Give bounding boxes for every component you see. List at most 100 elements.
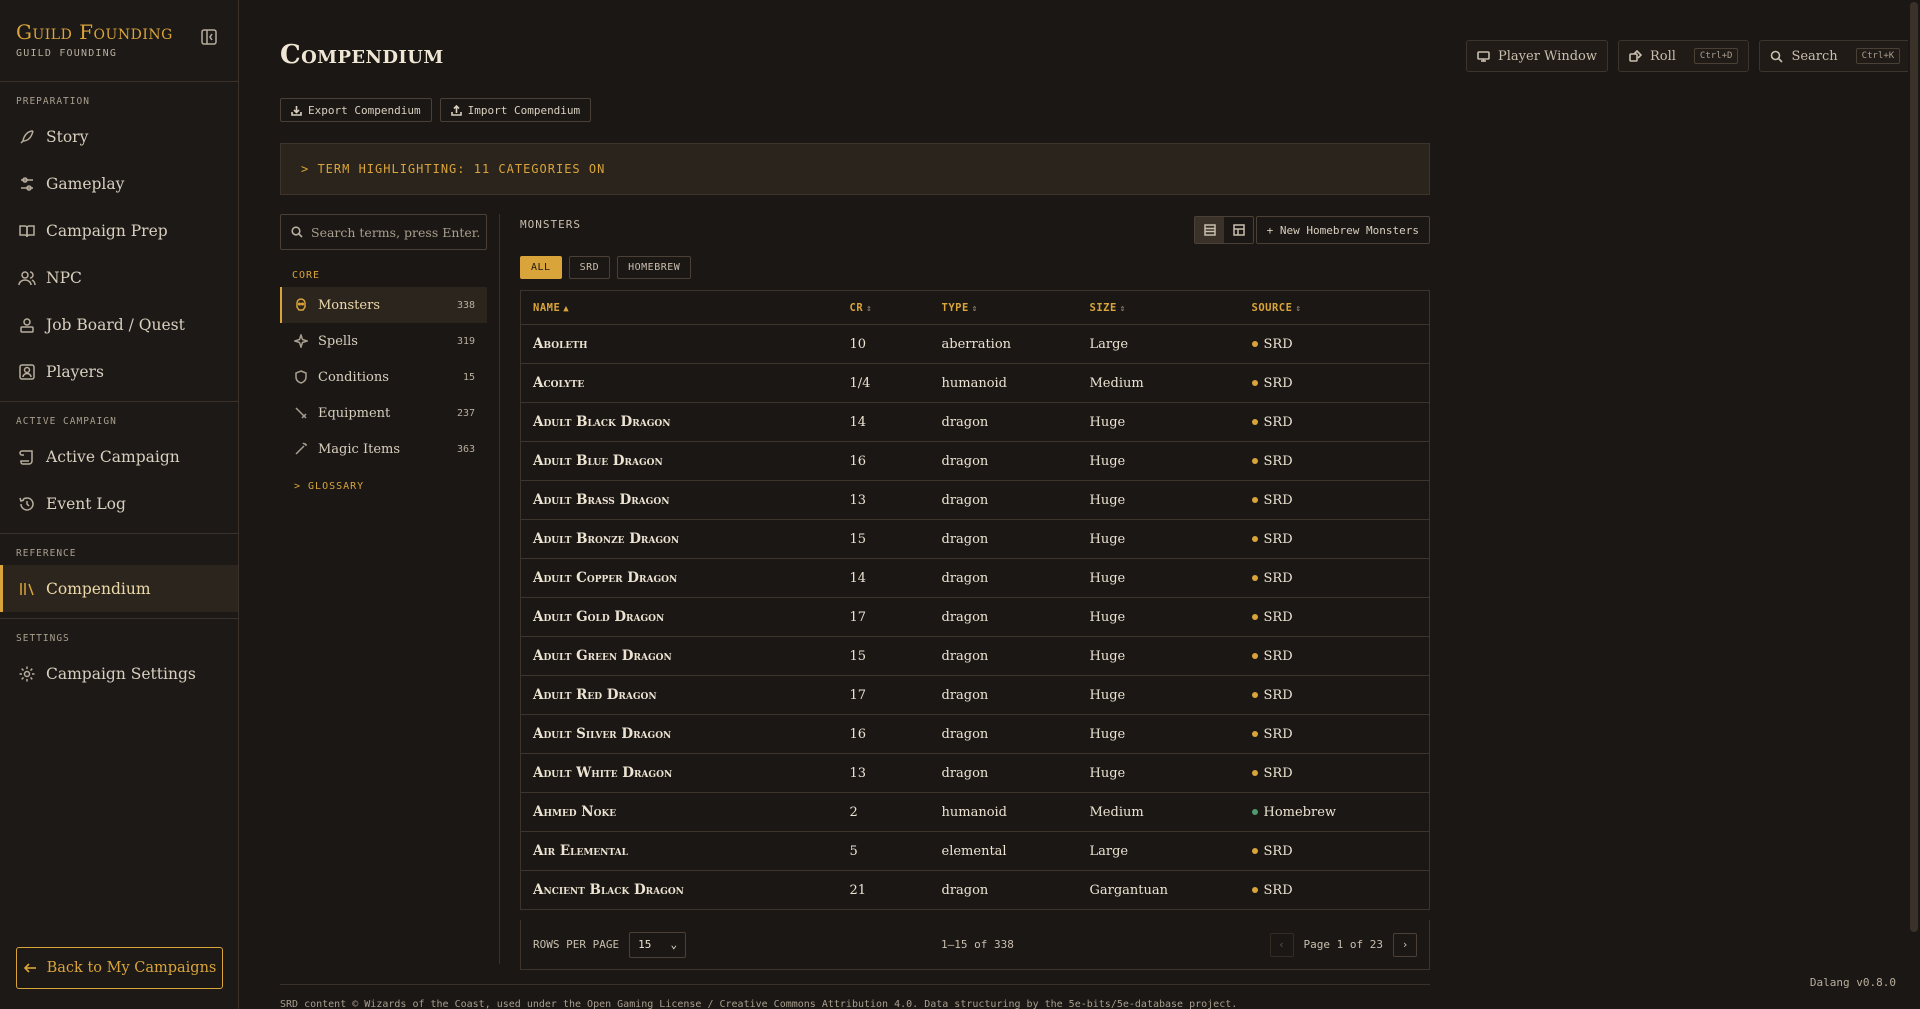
page-scrollbar[interactable] [1908, 0, 1920, 1009]
category-magic-items[interactable]: Magic Items 363 [280, 431, 487, 467]
source-label: SRD [1263, 414, 1293, 430]
page-title: Compendium [280, 40, 444, 70]
nav-section-active-campaign: ACTIVE CAMPAIGN Active Campaign Event Lo… [0, 402, 238, 534]
term-search-input[interactable] [311, 224, 481, 240]
sidebar-item-campaign-prep[interactable]: Campaign Prep [0, 207, 238, 254]
back-to-campaigns-button[interactable]: Back to My Campaigns [16, 947, 223, 989]
cell-type: elemental [941, 831, 1090, 871]
cell-cr: 1/4 [849, 363, 942, 403]
term-highlighting-toggle[interactable]: > TERM HIGHLIGHTING: 11 CATEGORIES ON [280, 143, 1430, 195]
sidebar-item-campaign-settings[interactable]: Campaign Settings [0, 650, 238, 697]
column-label: TYPE [941, 301, 969, 314]
sidebar-item-active-campaign[interactable]: Active Campaign [0, 433, 238, 480]
column-header-name[interactable]: NAME ▲ [520, 290, 850, 325]
monster-icon [296, 298, 306, 311]
table-row[interactable]: Adult Green Dragon 15 dragon Huge SRD [520, 636, 1430, 676]
brand: Guild Founding GUILD FOUNDING [0, 0, 238, 82]
table-row[interactable]: Adult Gold Dragon 17 dragon Huge SRD [520, 597, 1430, 637]
cell-source: SRD [1251, 714, 1430, 754]
table-row[interactable]: Aboleth 10 aberration Large SRD [520, 324, 1430, 364]
cell-type: dragon [941, 870, 1090, 910]
term-search-box[interactable] [280, 214, 487, 250]
next-page-button[interactable]: › [1393, 932, 1417, 957]
cell-source: SRD [1251, 675, 1430, 715]
table-row[interactable]: Acolyte 1/4 humanoid Medium SRD [520, 363, 1430, 403]
category-conditions[interactable]: Conditions 15 [280, 359, 487, 395]
cell-type: dragon [941, 675, 1090, 715]
source-label: SRD [1263, 687, 1293, 703]
column-header-size[interactable]: SIZE ⇕ [1089, 290, 1252, 325]
rows-per-page-select[interactable]: 15 ⌄ [629, 931, 687, 958]
cell-cr: 15 [849, 519, 942, 559]
list-view-button[interactable] [1195, 217, 1224, 243]
column-header-source[interactable]: SOURCE ⇕ [1251, 290, 1430, 325]
cell-cr: 17 [849, 597, 942, 637]
table-row[interactable]: Ancient Black Dragon 21 dragon Gargantuan SR… [520, 870, 1430, 910]
sidebar-item-job-board[interactable]: Job Board / Quest [0, 301, 238, 348]
cell-size: Medium [1089, 792, 1252, 832]
source-dot-icon [1251, 848, 1258, 854]
filter-srd[interactable]: SRD [568, 256, 611, 279]
sidebar-item-story[interactable]: Story [0, 113, 238, 160]
wand-icon [295, 442, 307, 455]
sidebar-item-event-log[interactable]: Event Log [0, 480, 238, 527]
filter-all[interactable]: ALL [520, 256, 562, 279]
sidebar-item-gameplay[interactable]: Gameplay [0, 160, 238, 207]
table-row[interactable]: Air Elemental 5 elemental Large SRD [520, 831, 1430, 871]
cell-size: Large [1089, 831, 1252, 871]
glossary-toggle[interactable]: > GLOSSARY [294, 481, 500, 492]
cell-size: Huge [1089, 714, 1252, 754]
sidebar-item-label: NPC [46, 268, 82, 287]
nav-section-label: PREPARATION [16, 96, 90, 107]
table-row[interactable]: Adult Red Dragon 17 dragon Huge SRD [520, 675, 1430, 715]
cell-name: Adult Red Dragon [520, 675, 850, 715]
import-label: Import Compendium [467, 103, 581, 117]
column-header-cr[interactable]: CR ⇕ [849, 290, 942, 325]
cell-name: Ahmed Noke [520, 792, 850, 832]
search-button[interactable]: Search Ctrl+K [1759, 40, 1912, 72]
table-row[interactable]: Adult Blue Dragon 16 dragon Huge SRD [520, 441, 1430, 481]
roll-button[interactable]: Roll Ctrl+D [1617, 40, 1750, 72]
rows-per-page-value: 15 [638, 938, 652, 951]
sidebar-item-npc[interactable]: NPC [0, 254, 238, 301]
grid-view-button[interactable] [1224, 217, 1253, 243]
scrollbar-thumb[interactable] [1910, 2, 1918, 932]
category-label: Monsters [318, 297, 380, 313]
cell-source: SRD [1251, 402, 1430, 442]
gear-icon [19, 666, 35, 681]
import-compendium-button[interactable]: Import Compendium [439, 98, 592, 122]
collapse-sidebar-icon[interactable] [200, 28, 218, 46]
cell-type: aberration [941, 324, 1090, 364]
table-row[interactable]: Adult Copper Dragon 14 dragon Huge SRD [520, 558, 1430, 598]
version-label: Dalang v0.8.0 [1809, 976, 1896, 989]
table-row[interactable]: Adult Bronze Dragon 15 dragon Huge SRD [520, 519, 1430, 559]
source-label: SRD [1263, 531, 1293, 547]
category-spells[interactable]: Spells 319 [280, 323, 487, 359]
table-row[interactable]: Ahmed Noke 2 humanoid Medium Homebrew [520, 792, 1430, 832]
cell-type: humanoid [941, 363, 1090, 403]
category-label: Spells [318, 333, 358, 349]
table-header-row: NAME ▲ CR ⇕ TYPE ⇕ SIZE ⇕ SOURCE ⇕ [520, 290, 1430, 325]
new-homebrew-button[interactable]: + New Homebrew Monsters [1255, 216, 1430, 244]
sliders-icon [21, 176, 33, 191]
license-notice: SRD content © Wizards of the Coast, used… [280, 984, 1430, 1009]
dice-icon [1629, 49, 1642, 62]
table-row[interactable]: Adult White Dragon 13 dragon Huge SRD [520, 753, 1430, 793]
export-compendium-button[interactable]: Export Compendium [280, 98, 432, 122]
table-row[interactable]: Adult Black Dragon 14 dragon Huge SRD [520, 402, 1430, 442]
player-window-button[interactable]: Player Window [1466, 40, 1608, 72]
cell-cr: 14 [849, 558, 942, 598]
sidebar-item-players[interactable]: Players [0, 348, 238, 395]
category-monsters[interactable]: Monsters 338 [280, 287, 487, 323]
category-equipment[interactable]: Equipment 237 [280, 395, 487, 431]
table-row[interactable]: Adult Silver Dragon 16 dragon Huge SRD [520, 714, 1430, 754]
cell-size: Medium [1089, 363, 1252, 403]
sidebar-item-compendium[interactable]: Compendium [0, 565, 238, 612]
cell-name: Adult Blue Dragon [520, 441, 850, 481]
prev-page-button[interactable]: ‹ [1269, 932, 1294, 957]
nav-section-reference: REFERENCE Compendium [0, 534, 238, 619]
filter-homebrew[interactable]: HOMEBREW [617, 256, 692, 279]
table-row[interactable]: Adult Brass Dragon 13 dragon Huge SRD [520, 480, 1430, 520]
cell-name: Acolyte [520, 363, 850, 403]
column-header-type[interactable]: TYPE ⇕ [941, 290, 1090, 325]
